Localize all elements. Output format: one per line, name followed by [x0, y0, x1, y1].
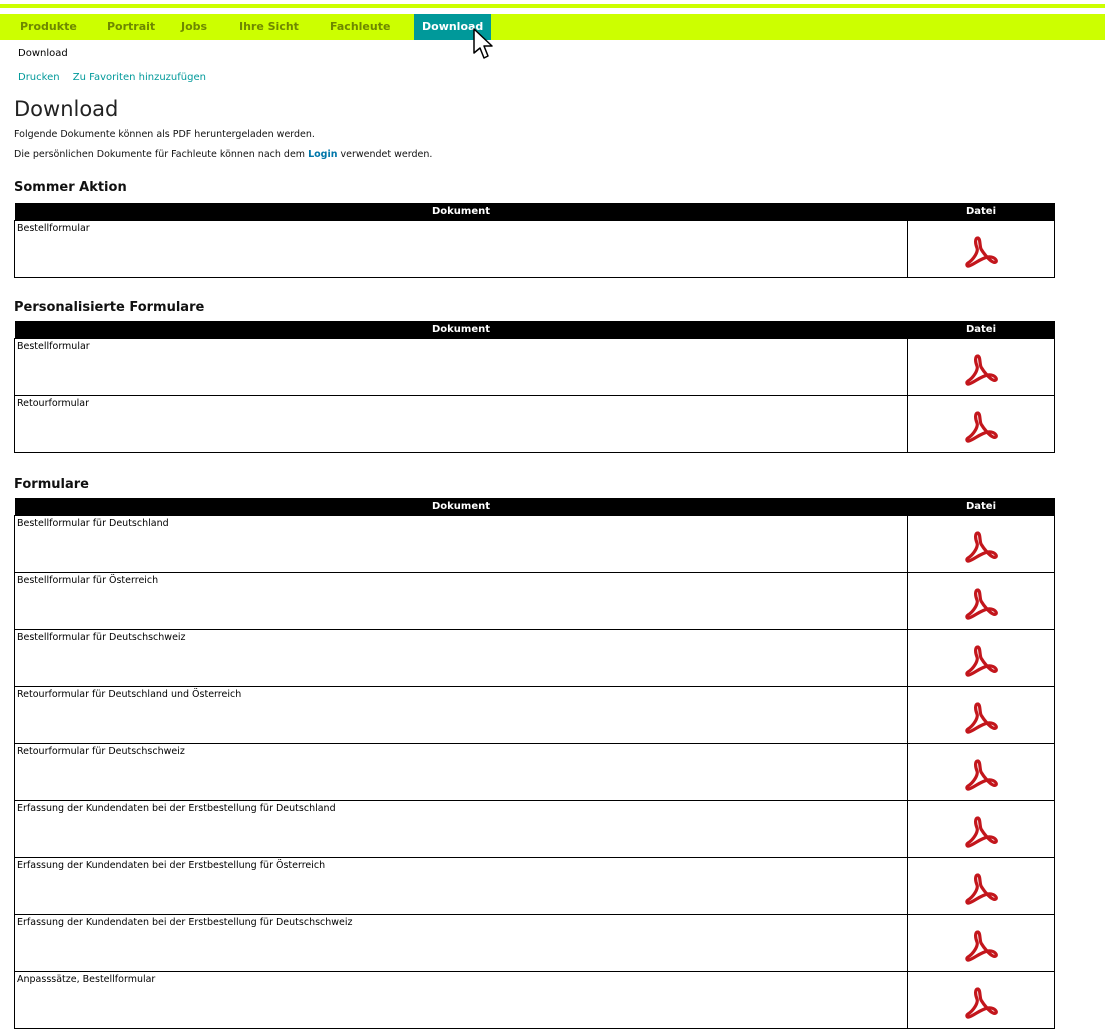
top-accent-line — [0, 4, 1105, 8]
document-name: Retourformular — [14, 394, 908, 453]
intro-login-text: Die persönlichen Dokumente für Fachleute… — [14, 149, 432, 160]
document-name: Bestellformular — [14, 337, 908, 396]
pdf-icon[interactable] — [964, 353, 998, 387]
column-header-file: Datei — [907, 203, 1055, 220]
nav-item-portrait[interactable]: Portrait — [107, 14, 155, 40]
file-cell — [907, 394, 1055, 453]
document-name: Erfassung der Kundendaten bei der Erstbe… — [14, 799, 908, 858]
table-row: Erfassung der Kundendaten bei der Erstbe… — [14, 913, 1055, 972]
section-title: Personalisierte Formulare — [14, 300, 205, 315]
pdf-icon[interactable] — [964, 986, 998, 1020]
table-row: Bestellformular für Österreich — [14, 571, 1055, 630]
document-name: Bestellformular — [14, 219, 908, 278]
table-row: Bestellformular für Deutschschweiz — [14, 628, 1055, 687]
page-toolbar: Drucken Zu Favoriten hinzuzufügen — [18, 72, 216, 83]
pdf-icon[interactable] — [964, 929, 998, 963]
intro-text-post: verwendet werden. — [340, 149, 433, 160]
column-header-document: Dokument — [14, 321, 908, 338]
file-cell — [907, 913, 1055, 972]
file-cell — [907, 799, 1055, 858]
pdf-icon[interactable] — [964, 872, 998, 906]
document-name: Erfassung der Kundendaten bei der Erstbe… — [14, 913, 908, 972]
pdf-icon[interactable] — [964, 587, 998, 621]
mouse-cursor-icon — [473, 28, 493, 59]
page-title: Download — [14, 97, 119, 121]
file-cell — [907, 970, 1055, 1029]
main-navigation: Produkte Portrait Jobs Ihre Sicht Fachleute D… — [0, 14, 1105, 40]
document-table: Dokument Datei Bestellformular für Deutsch… — [14, 498, 1055, 1029]
document-name: Erfassung der Kundendaten bei der Erstbe… — [14, 856, 908, 915]
section-title: Formulare — [14, 477, 89, 492]
file-cell — [907, 742, 1055, 801]
document-table: Dokument Datei Bestellformular — [14, 203, 1055, 278]
print-link[interactable]: Drucken — [18, 72, 60, 83]
table-row: Retourformular für Deutschland und Öster… — [14, 685, 1055, 744]
table-row: Bestellformular — [14, 219, 1055, 278]
nav-item-fachleute[interactable]: Fachleute — [330, 14, 390, 40]
file-cell — [907, 856, 1055, 915]
pdf-icon[interactable] — [964, 815, 998, 849]
pdf-icon[interactable] — [964, 701, 998, 735]
column-header-document: Dokument — [14, 203, 908, 220]
column-header-file: Datei — [907, 498, 1055, 515]
document-name: Retourformular für Deutschland und Öster… — [14, 685, 908, 744]
table-row: Bestellformular für Deutschland — [14, 514, 1055, 573]
column-header-file: Datei — [907, 321, 1055, 338]
pdf-icon[interactable] — [964, 644, 998, 678]
file-cell — [907, 219, 1055, 278]
pdf-icon[interactable] — [964, 235, 998, 269]
table-row: Anpasssätze, Bestellformular — [14, 970, 1055, 1029]
nav-item-produkte[interactable]: Produkte — [20, 14, 77, 40]
intro-text: Folgende Dokumente können als PDF herunt… — [14, 129, 315, 140]
column-header-document: Dokument — [14, 498, 908, 515]
nav-item-ihre-sicht[interactable]: Ihre Sicht — [239, 14, 299, 40]
document-name: Anpasssätze, Bestellformular — [14, 970, 908, 1029]
add-to-favorites-link[interactable]: Zu Favoriten hinzuzufügen — [73, 72, 206, 83]
document-name: Bestellformular für Deutschland — [14, 514, 908, 573]
document-name: Bestellformular für Österreich — [14, 571, 908, 630]
intro-text-pre: Die persönlichen Dokumente für Fachleute… — [14, 149, 306, 160]
section-title: Sommer Aktion — [14, 180, 127, 195]
table-row: Bestellformular — [14, 337, 1055, 396]
pdf-icon[interactable] — [964, 410, 998, 444]
pdf-icon[interactable] — [964, 758, 998, 792]
file-cell — [907, 337, 1055, 396]
document-name: Retourformular für Deutschschweiz — [14, 742, 908, 801]
table-row: Retourformular für Deutschschweiz — [14, 742, 1055, 801]
table-row: Erfassung der Kundendaten bei der Erstbe… — [14, 856, 1055, 915]
document-table: Dokument Datei Bestellformular Retourformul… — [14, 321, 1055, 453]
nav-item-jobs[interactable]: Jobs — [181, 14, 207, 40]
file-cell — [907, 514, 1055, 573]
breadcrumb: Download — [18, 48, 68, 59]
table-row: Erfassung der Kundendaten bei der Erstbe… — [14, 799, 1055, 858]
table-row: Retourformular — [14, 394, 1055, 453]
file-cell — [907, 628, 1055, 687]
login-link[interactable]: Login — [308, 149, 337, 160]
file-cell — [907, 571, 1055, 630]
file-cell — [907, 685, 1055, 744]
pdf-icon[interactable] — [964, 530, 998, 564]
document-name: Bestellformular für Deutschschweiz — [14, 628, 908, 687]
